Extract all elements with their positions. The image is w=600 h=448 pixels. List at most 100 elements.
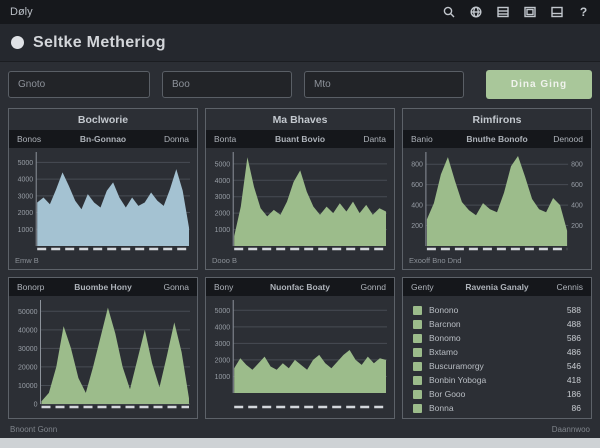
col-label: Donna bbox=[163, 134, 189, 144]
svg-text:3000: 3000 bbox=[18, 193, 34, 200]
area-chart-top-right: 800 800 600 600 400 400 200 200 bbox=[411, 152, 583, 251]
col-label: Danta bbox=[363, 134, 386, 144]
legend-row-value: 586 bbox=[566, 333, 581, 343]
status-bullet-icon bbox=[11, 36, 24, 49]
panel-title: Ma Bhaves bbox=[272, 114, 328, 126]
svg-text:400: 400 bbox=[571, 203, 583, 210]
col-label: Bn-Gonnao bbox=[79, 134, 127, 144]
svg-text:4000: 4000 bbox=[18, 177, 34, 184]
chart-wrap: 800 800 600 600 400 400 200 200 bbox=[403, 148, 591, 255]
col-label: Bnuthe Bonofo bbox=[466, 134, 528, 144]
col-label: Gonnd bbox=[360, 282, 386, 292]
panel-bottom-right: Genty Ravenia Ganaly Cennis Bonono 588 Bar… bbox=[402, 277, 592, 419]
legend-row-value: 86 bbox=[571, 403, 581, 413]
chart-wrap: 5000 4000 3000 2000 1000 bbox=[206, 296, 394, 418]
svg-text:20000: 20000 bbox=[18, 364, 38, 371]
globe-icon[interactable] bbox=[469, 6, 482, 19]
panel-column-headers: Bonorp Buombe Hony Gonna bbox=[9, 278, 197, 296]
svg-text:800: 800 bbox=[411, 162, 423, 169]
svg-text:2000: 2000 bbox=[18, 210, 34, 217]
col-label: Nuonfac Boaty bbox=[270, 282, 330, 292]
area-chart-top-left: 5000 4000 3000 2000 1000 bbox=[18, 152, 190, 251]
legend-row-label: Bxtamo bbox=[429, 347, 458, 357]
svg-text:4000: 4000 bbox=[215, 324, 231, 331]
col-label: Denood bbox=[553, 134, 583, 144]
table-row[interactable]: Bonna 86 bbox=[413, 401, 581, 415]
panel-caption-link[interactable]: Dooo B bbox=[206, 255, 394, 269]
svg-text:5000: 5000 bbox=[215, 308, 231, 315]
panel-column-headers: Bonta Buant Bovio Danta bbox=[206, 130, 394, 148]
col-label: Buant Bovio bbox=[274, 134, 326, 144]
svg-text:3000: 3000 bbox=[215, 194, 231, 201]
table-row[interactable]: Bxtamo 486 bbox=[413, 345, 581, 359]
panel-caption-link[interactable]: Emw B bbox=[9, 255, 197, 269]
footer-left-link[interactable]: Bnoont Gonn bbox=[10, 425, 57, 434]
app-header: Seltke Metheriog bbox=[0, 24, 600, 62]
panel-top-left: Boclworie Bonos Bn-Gonnao Donna 5000 4000… bbox=[8, 108, 198, 270]
col-label: Cennis bbox=[556, 282, 583, 292]
legend-swatch-icon bbox=[413, 347, 422, 357]
svg-text:1000: 1000 bbox=[215, 374, 231, 381]
legend-row-value: 588 bbox=[566, 305, 581, 315]
panel-list-icon[interactable] bbox=[496, 6, 509, 19]
panel-title: Rimfirons bbox=[472, 114, 522, 126]
chart-wrap: 5000 4000 3000 2000 1000 bbox=[9, 148, 197, 255]
legend-swatch-icon bbox=[413, 305, 422, 315]
svg-text:30000: 30000 bbox=[18, 346, 38, 353]
footer-right-link[interactable]: Daannwoo bbox=[552, 425, 590, 434]
topbar: Døly ? bbox=[0, 0, 600, 24]
panel-box-icon[interactable] bbox=[523, 6, 536, 19]
col-label: Buombe Hony bbox=[74, 282, 132, 292]
table-row[interactable]: Bonomo 586 bbox=[413, 331, 581, 345]
search-icon[interactable] bbox=[442, 6, 455, 19]
legend-row-label: Barcnon bbox=[429, 319, 461, 329]
submit-button[interactable]: Dina Ging bbox=[486, 70, 592, 99]
area-chart-top-middle: 5000 4000 3000 2000 1000 bbox=[215, 152, 387, 251]
footer: Bnoont Gonn Daannwoo bbox=[0, 419, 600, 438]
help-icon[interactable]: ? bbox=[577, 5, 590, 19]
svg-text:200: 200 bbox=[571, 223, 583, 230]
panel-column-headers: Bony Nuonfac Boaty Gonnd bbox=[206, 278, 394, 296]
topbar-icons: ? bbox=[442, 5, 590, 19]
filter-input-2[interactable] bbox=[162, 71, 292, 98]
panel-column-headers: Genty Ravenia Ganaly Cennis bbox=[403, 278, 591, 296]
svg-text:400: 400 bbox=[411, 203, 423, 210]
col-label: Gonna bbox=[163, 282, 189, 292]
legend-row-value: 546 bbox=[566, 361, 581, 371]
table-row[interactable]: Bonbin Yoboga 418 bbox=[413, 373, 581, 387]
col-label: Bonorp bbox=[17, 282, 45, 292]
dashboard-grid: Boclworie Bonos Bn-Gonnao Donna 5000 4000… bbox=[0, 106, 600, 419]
col-label: Genty bbox=[411, 282, 434, 292]
svg-text:50000: 50000 bbox=[18, 309, 38, 316]
col-label: Bonos bbox=[17, 134, 42, 144]
table-row[interactable]: Bonono 588 bbox=[413, 303, 581, 317]
svg-text:2000: 2000 bbox=[215, 211, 231, 218]
filter-input-3[interactable] bbox=[304, 71, 464, 98]
area-chart-bottom-left: 50000 40000 30000 20000 10000 0 bbox=[18, 300, 190, 409]
legend-row-value: 486 bbox=[566, 347, 581, 357]
topbar-title: Døly bbox=[10, 6, 33, 18]
legend-row-label: Bonono bbox=[429, 305, 459, 315]
svg-text:4000: 4000 bbox=[215, 178, 231, 185]
col-label: Bony bbox=[214, 282, 234, 292]
svg-text:5000: 5000 bbox=[215, 161, 231, 168]
panel-top-right: Rimfirons Banio Bnuthe Bonofo Denood 800… bbox=[402, 108, 592, 270]
panel-column-headers: Banio Bnuthe Bonofo Denood bbox=[403, 130, 591, 148]
svg-text:10000: 10000 bbox=[18, 383, 38, 390]
legend-swatch-icon bbox=[413, 375, 422, 385]
svg-text:40000: 40000 bbox=[18, 327, 38, 334]
panel-title: Boclworie bbox=[77, 114, 129, 126]
legend-row-label: Bonna bbox=[429, 403, 454, 413]
table-row[interactable]: Bor Gooo 186 bbox=[413, 387, 581, 401]
legend-swatch-icon bbox=[413, 319, 422, 329]
panel-caption-link[interactable]: Exooff Bno Dnd bbox=[403, 255, 591, 269]
col-label: Bonta bbox=[214, 134, 237, 144]
legend-swatch-icon bbox=[413, 389, 422, 399]
legend-row-label: Bonbin Yoboga bbox=[429, 375, 487, 385]
table-row[interactable]: Buscuramorgy 546 bbox=[413, 359, 581, 373]
svg-text:800: 800 bbox=[571, 162, 583, 169]
filter-input-1[interactable] bbox=[8, 71, 150, 98]
table-row[interactable]: Barcnon 488 bbox=[413, 317, 581, 331]
panel-bottom-middle: Bony Nuonfac Boaty Gonnd 5000 4000 3000 200… bbox=[205, 277, 395, 419]
panel-split-icon[interactable] bbox=[550, 6, 563, 19]
